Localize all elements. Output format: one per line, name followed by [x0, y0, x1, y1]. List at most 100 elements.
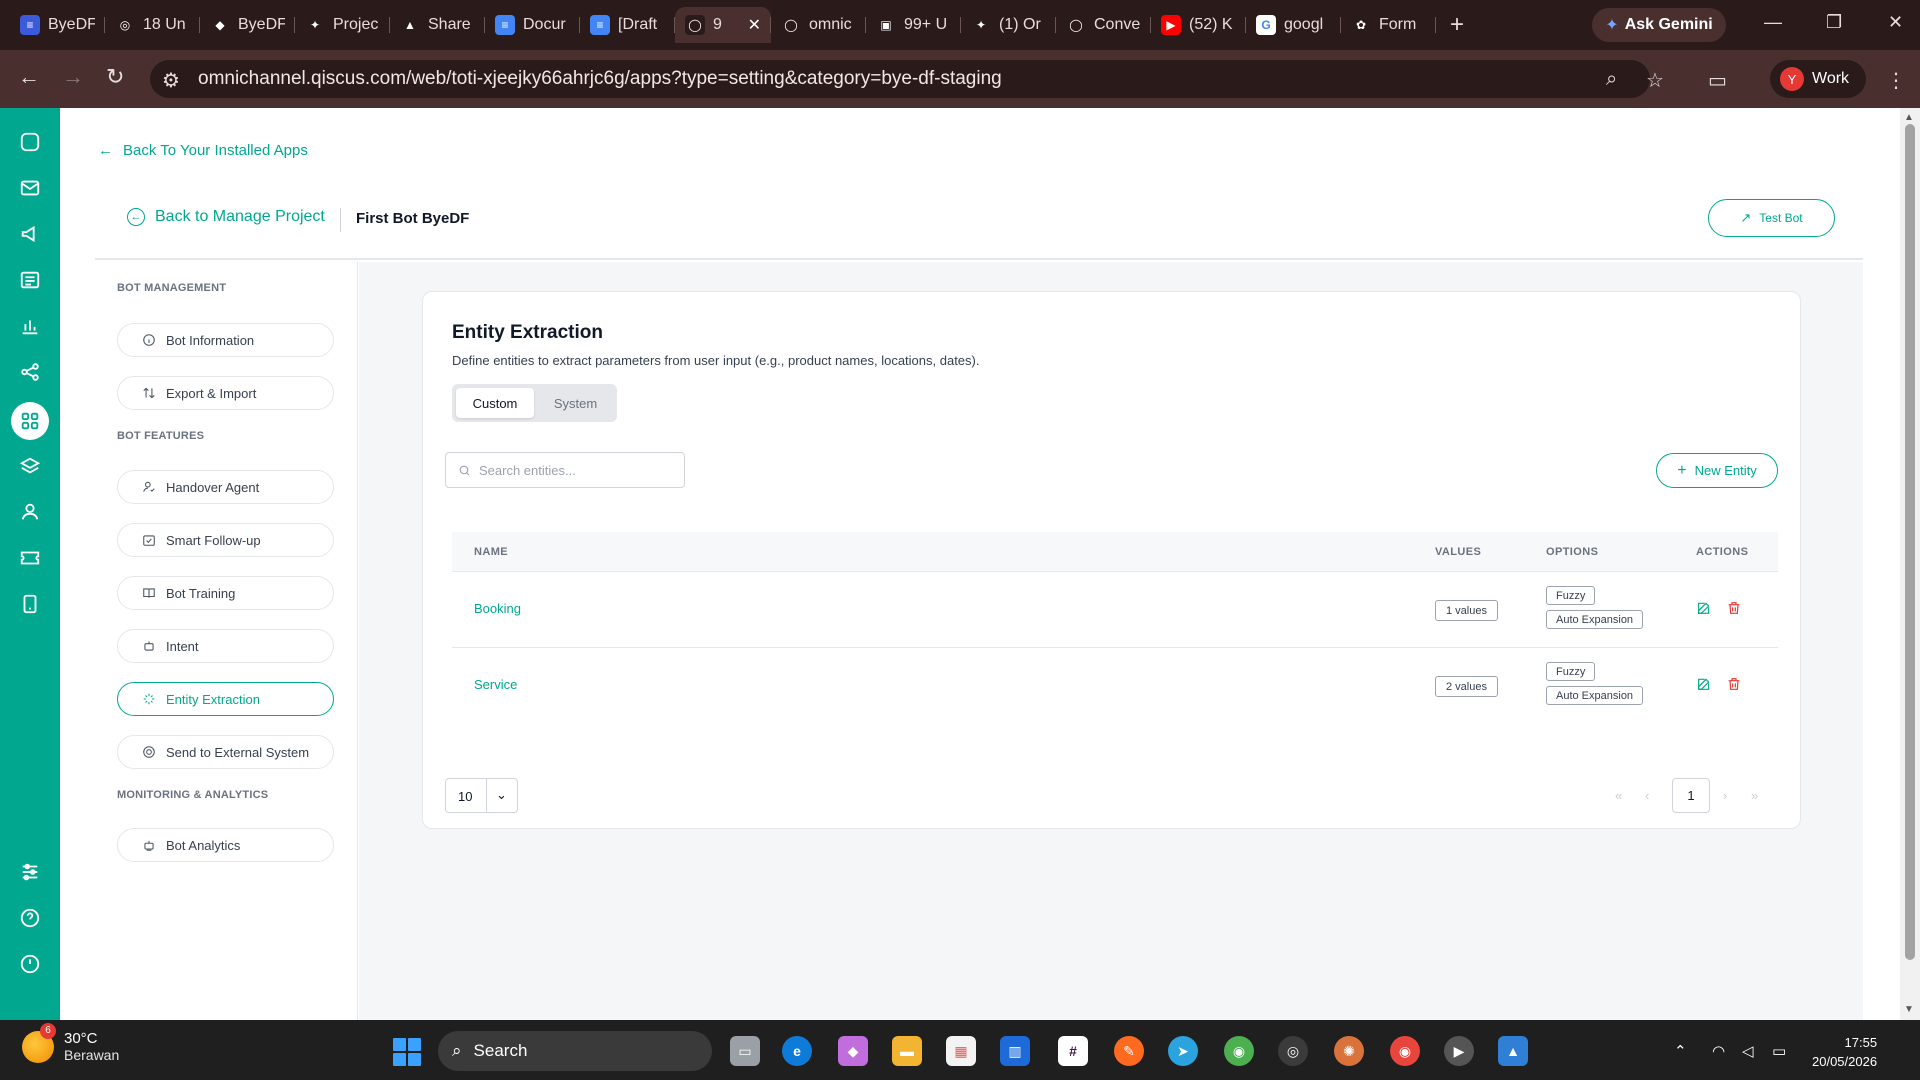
- media-player-icon[interactable]: ▶: [1444, 1036, 1474, 1066]
- test-bot-button[interactable]: ↗ Test Bot: [1708, 199, 1835, 237]
- user-icon[interactable]: [16, 498, 44, 526]
- browser-tab[interactable]: ◆ ByeDF: [200, 7, 295, 43]
- apps-grid-icon[interactable]: [11, 402, 49, 440]
- back-to-installed-apps-link[interactable]: ← Back To Your Installed Apps: [98, 142, 308, 159]
- new-tab-icon[interactable]: +: [1450, 11, 1464, 39]
- address-bar[interactable]: omnichannel.qiscus.com/web/toti-xjeejky6…: [150, 60, 1650, 98]
- mobile-icon[interactable]: [16, 590, 44, 618]
- list-icon[interactable]: [16, 266, 44, 294]
- megaphone-icon[interactable]: [16, 220, 44, 248]
- close-window-icon[interactable]: ✕: [1888, 12, 1903, 33]
- nav-handover-agent[interactable]: Handover Agent: [117, 470, 334, 504]
- browser-tab[interactable]: ◯ Conve: [1056, 7, 1151, 43]
- back-to-manage-project-link[interactable]: ← Back to Manage Project: [127, 208, 325, 226]
- bookmark-star-icon[interactable]: ☆: [1646, 68, 1664, 93]
- browser-tab[interactable]: ◎ 18 Un: [105, 7, 200, 43]
- current-page-button[interactable]: 1: [1672, 778, 1710, 813]
- postman-icon[interactable]: ✎: [1114, 1036, 1144, 1066]
- browser-tab[interactable]: ▣ 99+ U: [866, 7, 961, 43]
- close-tab-icon[interactable]: ✕: [748, 15, 761, 35]
- file-explorer-icon[interactable]: ▬: [892, 1036, 922, 1066]
- ticket-icon[interactable]: [16, 544, 44, 572]
- site-settings-icon[interactable]: ⚙: [162, 68, 180, 93]
- copilot-icon[interactable]: ◆: [838, 1036, 868, 1066]
- slack-icon[interactable]: #: [1058, 1036, 1088, 1066]
- nav-export-import[interactable]: Export & Import: [117, 376, 334, 410]
- browser-tab[interactable]: ≡ Docur: [485, 7, 580, 43]
- prev-page-icon[interactable]: ‹: [1645, 788, 1649, 803]
- entity-name-link[interactable]: Booking: [474, 601, 521, 616]
- forward-icon[interactable]: →: [62, 64, 84, 90]
- analytics-icon[interactable]: [16, 312, 44, 340]
- battery-icon[interactable]: ▭: [1772, 1042, 1786, 1060]
- telegram-icon[interactable]: ➤: [1168, 1036, 1198, 1066]
- claude-icon[interactable]: ✺: [1334, 1036, 1364, 1066]
- edge-icon[interactable]: e: [782, 1036, 812, 1066]
- mail-icon[interactable]: [16, 174, 44, 202]
- browser-tab[interactable]: ≡ ByeDF: [10, 7, 105, 43]
- restore-icon[interactable]: ❐: [1826, 12, 1842, 33]
- scroll-down-icon[interactable]: ▼: [1904, 1004, 1914, 1015]
- delete-icon[interactable]: [1726, 600, 1744, 618]
- tab-custom[interactable]: Custom: [456, 388, 534, 418]
- next-page-icon[interactable]: ›: [1723, 788, 1727, 803]
- back-icon[interactable]: ←: [18, 64, 40, 90]
- integration-icon[interactable]: [16, 358, 44, 386]
- browser-menu-icon[interactable]: ⋮: [1886, 68, 1906, 93]
- edit-icon[interactable]: [1696, 600, 1714, 618]
- power-icon[interactable]: [16, 950, 44, 978]
- photos-icon[interactable]: ▲: [1498, 1036, 1528, 1066]
- delete-icon[interactable]: [1726, 676, 1744, 694]
- browser-tab[interactable]: ✿ Form: [1341, 7, 1436, 43]
- scroll-up-icon[interactable]: ▲: [1904, 112, 1914, 123]
- page-size-select[interactable]: 10 ⌄: [445, 778, 518, 813]
- last-page-icon[interactable]: »: [1751, 788, 1758, 803]
- chrome-profile-icon[interactable]: ◉: [1390, 1036, 1420, 1066]
- help-icon[interactable]: [16, 904, 44, 932]
- volume-icon[interactable]: ◁: [1742, 1042, 1754, 1060]
- trello-icon[interactable]: ▥: [1000, 1036, 1030, 1066]
- values-badge: 1 values: [1435, 600, 1498, 621]
- profile-button[interactable]: Y Work: [1770, 60, 1866, 98]
- ask-gemini-button[interactable]: ✦ Ask Gemini: [1592, 8, 1726, 42]
- search-entities-input[interactable]: Search entities...: [445, 452, 685, 488]
- taskbar-search[interactable]: ⌕ Search: [438, 1031, 712, 1071]
- tab-search-icon[interactable]: ▭: [1708, 68, 1727, 93]
- start-button[interactable]: [393, 1038, 421, 1066]
- scrollbar-thumb[interactable]: [1905, 124, 1915, 960]
- store-icon[interactable]: ▦: [946, 1036, 976, 1066]
- browser-tab[interactable]: ≡ [Draft: [580, 7, 675, 43]
- nav-bot-training[interactable]: Bot Training: [117, 576, 334, 610]
- browser-tab[interactable]: ✦ (1) Or: [961, 7, 1056, 43]
- system-clock[interactable]: 17:55 20/05/2026: [1812, 1033, 1877, 1071]
- obs-icon[interactable]: ◎: [1278, 1036, 1308, 1066]
- browser-tab[interactable]: ▲ Share: [390, 7, 485, 43]
- nav-entity-extraction[interactable]: Entity Extraction: [117, 682, 334, 716]
- zoom-icon[interactable]: ⌕: [1606, 68, 1617, 91]
- wifi-icon[interactable]: ◠: [1712, 1042, 1725, 1060]
- task-view-icon[interactable]: ▭: [730, 1036, 760, 1066]
- tray-overflow-icon[interactable]: ⌃: [1674, 1042, 1687, 1060]
- chat-icon[interactable]: [16, 128, 44, 156]
- nav-bot-information[interactable]: Bot Information: [117, 323, 334, 357]
- nav-send-external-system[interactable]: Send to External System: [117, 735, 334, 769]
- nav-smart-followup[interactable]: Smart Follow-up: [117, 523, 334, 557]
- edit-icon[interactable]: [1696, 676, 1714, 694]
- nav-intent[interactable]: Intent: [117, 629, 334, 663]
- first-page-icon[interactable]: «: [1615, 788, 1622, 803]
- nav-bot-analytics[interactable]: Bot Analytics: [117, 828, 334, 862]
- browser-tab[interactable]: Ggoogl: [1246, 7, 1341, 43]
- tab-system[interactable]: System: [538, 388, 613, 418]
- layers-icon[interactable]: [16, 452, 44, 480]
- browser-tab[interactable]: ✦ Projec: [295, 7, 390, 43]
- entity-name-link[interactable]: Service: [474, 677, 517, 692]
- browser-tab[interactable]: ▶ (52) K: [1151, 7, 1246, 43]
- settings-sliders-icon[interactable]: [16, 858, 44, 886]
- reload-icon[interactable]: ↻: [106, 64, 124, 90]
- minimize-icon[interactable]: —: [1764, 12, 1782, 33]
- browser-tab[interactable]: ◯ omnic: [771, 7, 866, 43]
- chrome-icon[interactable]: ◉: [1224, 1036, 1254, 1066]
- weather-widget[interactable]: 6 30°C Berawan: [22, 1022, 119, 1063]
- new-entity-button[interactable]: + New Entity: [1656, 453, 1778, 488]
- browser-tab[interactable]: ◯ 9 ✕: [675, 7, 771, 43]
